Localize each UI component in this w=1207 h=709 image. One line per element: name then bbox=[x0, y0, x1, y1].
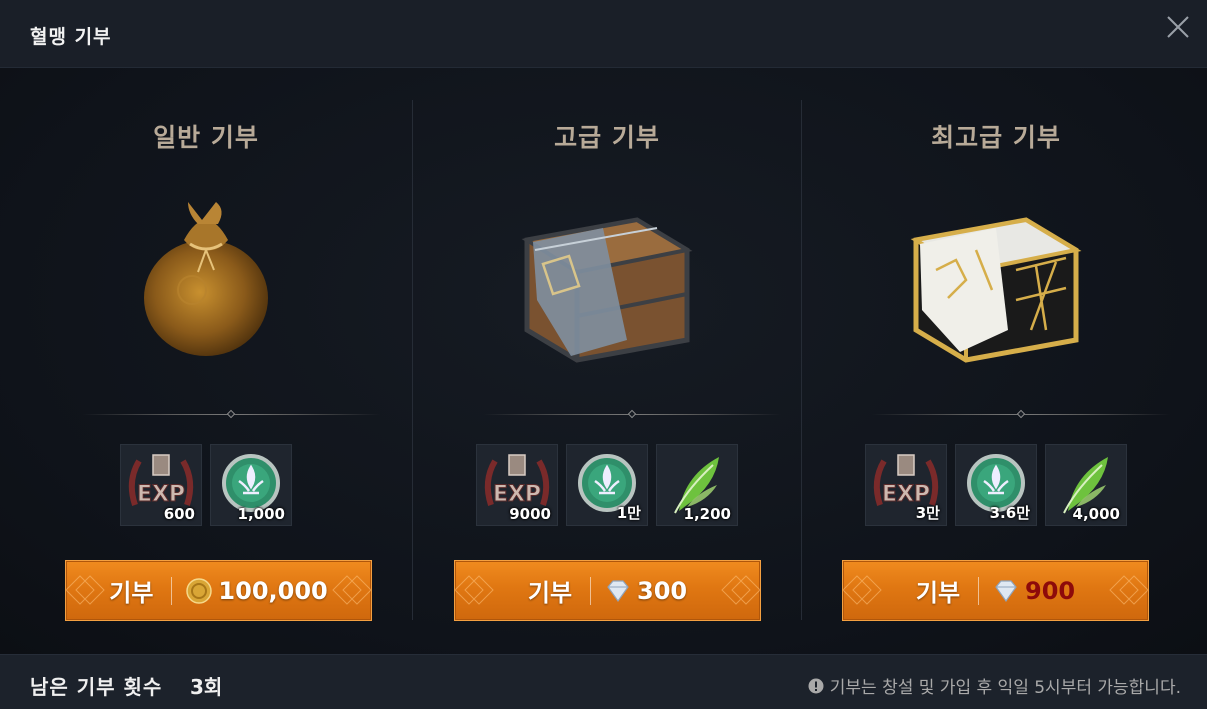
svg-text:EXP: EXP bbox=[493, 482, 541, 507]
reward-quantity: 4,000 bbox=[1072, 505, 1120, 523]
tier-title: 고급 기부 bbox=[554, 123, 660, 152]
reward-exp[interactable]: EXP 9000 bbox=[476, 444, 558, 526]
reward-list: EXP 600 1,000 bbox=[12, 444, 400, 526]
reward-quantity: 3.6만 bbox=[989, 504, 1030, 522]
gold-coin-icon bbox=[186, 577, 213, 604]
reward-quantity: 3만 bbox=[915, 504, 940, 522]
ornament-divider bbox=[872, 409, 1170, 420]
button-ornament bbox=[721, 575, 760, 605]
reward-quantity: 600 bbox=[163, 505, 195, 523]
reward-feather[interactable]: 4,000 bbox=[1045, 444, 1127, 526]
reward-exp[interactable]: EXP 3만 bbox=[865, 444, 947, 526]
svg-text:EXP: EXP bbox=[137, 482, 185, 507]
title-bar: 혈맹 기부 bbox=[0, 0, 1207, 68]
reward-quantity: 1만 bbox=[616, 504, 641, 522]
close-button[interactable] bbox=[1165, 14, 1191, 40]
reward-list: EXP 3만 3.6만 4,000 bbox=[802, 444, 1190, 526]
window-title: 혈맹 기부 bbox=[30, 26, 112, 48]
button-ornament bbox=[843, 575, 882, 605]
donate-button-premium[interactable]: 기부 900 bbox=[842, 560, 1149, 621]
reward-quantity: 1,200 bbox=[683, 505, 731, 523]
reward-coin[interactable]: 1만 bbox=[566, 444, 648, 526]
tier-title: 일반 기부 bbox=[153, 123, 259, 152]
reward-exp[interactable]: EXP 600 bbox=[120, 444, 202, 526]
button-separator bbox=[171, 576, 173, 605]
remaining-donations-value: 3회 bbox=[190, 675, 223, 699]
reward-quantity: 9000 bbox=[509, 505, 551, 523]
button-ornament bbox=[1109, 575, 1148, 605]
reward-coin[interactable]: 1,000 bbox=[210, 444, 292, 526]
info-icon bbox=[808, 678, 824, 693]
price-value: 300 bbox=[637, 576, 688, 605]
ornament-divider bbox=[483, 409, 781, 420]
golden-chest-icon bbox=[910, 217, 1082, 363]
button-ornament bbox=[455, 575, 494, 605]
reward-coin[interactable]: 3.6만 bbox=[955, 444, 1037, 526]
donate-label: 기부 bbox=[527, 579, 573, 607]
donate-button-normal[interactable]: 기부 100,000 bbox=[65, 560, 372, 621]
tier-advanced: 고급 기부 EXP 9000 1만 1,200 기부 300 bbox=[413, 68, 801, 654]
reward-list: EXP 9000 1만 1,200 bbox=[413, 444, 801, 526]
donate-label: 기부 bbox=[915, 579, 961, 607]
clan-donation-window: 혈맹 기부 일반 기부 EXP 600 1,000 기부 100,000 고급 … bbox=[0, 0, 1207, 709]
notice-text: 기부는 창설 및 가입 후 익일 5시부터 가능합니다. bbox=[829, 678, 1181, 698]
reward-feather[interactable]: 1,200 bbox=[656, 444, 738, 526]
diamond-icon bbox=[995, 579, 1017, 602]
button-separator bbox=[590, 576, 592, 605]
ornament-divider bbox=[82, 409, 380, 420]
button-ornament bbox=[332, 575, 371, 605]
reward-quantity: 1,000 bbox=[237, 505, 285, 523]
pouch-icon bbox=[144, 202, 268, 356]
footer-bar: 남은 기부 횟수 3회 기부는 창설 및 가입 후 익일 5시부터 가능합니다. bbox=[0, 654, 1207, 709]
diamond-icon bbox=[607, 579, 629, 602]
donate-button-advanced[interactable]: 기부 300 bbox=[454, 560, 761, 621]
remaining-donations-label: 남은 기부 횟수 bbox=[30, 675, 163, 699]
close-icon bbox=[1167, 16, 1189, 38]
wooden-chest-icon bbox=[521, 217, 693, 363]
button-separator bbox=[978, 576, 980, 605]
tier-title: 최고급 기부 bbox=[931, 123, 1061, 152]
notice: 기부는 창설 및 가입 후 익일 5시부터 가능합니다. bbox=[808, 673, 1181, 698]
button-ornament bbox=[66, 575, 105, 605]
price-value: 900 bbox=[1025, 576, 1076, 605]
tier-premium: 최고급 기부 EXP 3만 3.6만 4,000 기부 900 bbox=[802, 68, 1190, 654]
tier-normal: 일반 기부 EXP 600 1,000 기부 100,000 bbox=[12, 68, 400, 654]
